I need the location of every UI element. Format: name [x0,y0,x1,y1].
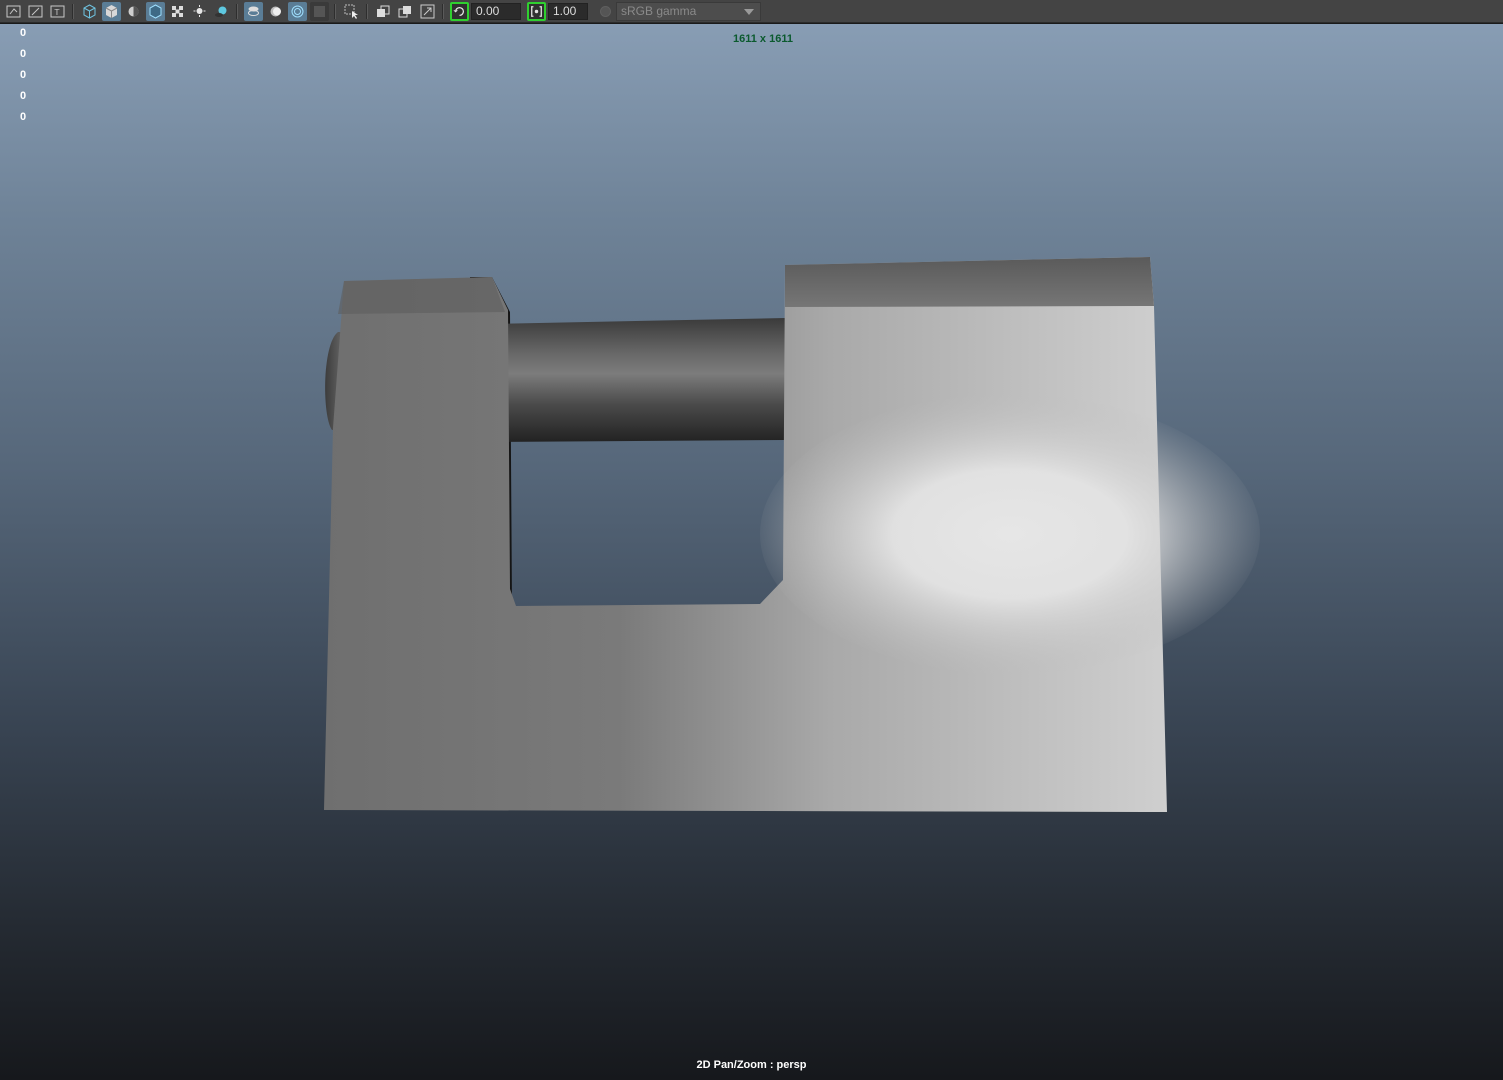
hud-poly-counts: 0 0 0 0 0 [20,26,26,131]
hud-count-tris: 0 [20,90,27,102]
bookmark-button[interactable]: T [48,2,67,21]
right-block-top-bevel [785,257,1154,307]
gamma-toggle-button[interactable] [527,1,546,21]
exposure-toggle-button[interactable] [450,1,469,21]
default-lighting-icon [128,6,138,16]
xray-icon [270,6,281,16]
toolbar-separator [442,3,444,19]
copy-viewport-button[interactable] [396,2,415,21]
gamma-icon [531,5,542,17]
exposure-field[interactable]: 0.00 [471,2,521,20]
use-all-lights-icon [193,4,205,17]
hud-resolution-gate: 1611 x 1611 [733,33,793,45]
gamma-field[interactable]: 1.00 [548,2,588,20]
shadows-button[interactable] [212,2,231,21]
toolbar-separator [366,3,368,19]
color-space-value: sRGB gamma [621,3,697,18]
wireframe-on-shaded-icon [149,3,161,19]
toolbar-separator [72,3,74,19]
xray-checker-icon [171,5,183,17]
smooth-shade-button[interactable] [101,1,121,21]
hud-count-uvs: 0 [20,111,27,123]
isolate-select-icon [247,6,259,16]
two-sided-lighting-button[interactable] [374,2,393,21]
camera-attributes-button[interactable] [4,2,23,21]
specular-highlight [760,394,1260,674]
padlock-model[interactable] [0,24,1503,1080]
image-plane-button[interactable] [26,2,45,21]
default-lighting-button[interactable] [124,2,143,21]
xray-button[interactable] [266,2,285,21]
maya-viewport-window: T 0.00 1.00 sRGB gamma 0 0 0 0 0 1611 x … [0,0,1503,1080]
copy-viewport-icon [398,5,411,17]
backface-icon [313,5,325,17]
wireframe-on-shaded-button[interactable] [145,1,165,21]
hud-camera-mode: 2D Pan/Zoom : persp [696,1059,807,1071]
hud-count-verts: 0 [20,27,27,39]
image-plane-icon [28,5,42,17]
color-management-button[interactable] [596,2,615,21]
hud-count-edges: 0 [20,48,27,60]
shackle-pin[interactable] [480,318,785,442]
camera-attributes-icon [6,5,20,17]
select-camera-icon [344,4,358,19]
color-space-dropdown[interactable]: sRGB gamma [616,1,761,21]
frame-all-button[interactable] [418,2,437,21]
wireframe-cube-icon [83,3,95,19]
textured-button[interactable] [168,2,187,21]
3d-viewport[interactable]: 0 0 0 0 0 1611 x 1611 2D Pan/Zoom : pers… [0,24,1503,1080]
body-opening [510,440,785,606]
chevron-down-icon [744,8,754,15]
exposure-icon [453,6,465,16]
toolbar-separator [236,3,238,19]
backface-button[interactable] [309,1,329,21]
select-camera-button[interactable] [342,2,361,21]
left-post-top-bevel [338,277,505,314]
smooth-shade-cube-icon [105,4,117,18]
viewport-toolbar: T 0.00 1.00 sRGB gamma [0,0,1503,23]
xray-joints-icon [291,5,303,17]
toolbar-separator [334,3,336,19]
svg-text:T: T [53,8,59,17]
wireframe-button[interactable] [80,2,99,21]
shadows-icon [214,6,226,17]
hud-count-faces: 0 [20,69,27,81]
xray-joints-button[interactable] [287,1,307,21]
color-management-icon [599,5,611,17]
bookmark-icon: T [50,5,64,17]
use-all-lights-button[interactable] [190,2,209,21]
isolate-select-button[interactable] [243,1,263,21]
two-sided-lighting-icon [376,5,389,17]
frame-all-icon [420,4,434,18]
